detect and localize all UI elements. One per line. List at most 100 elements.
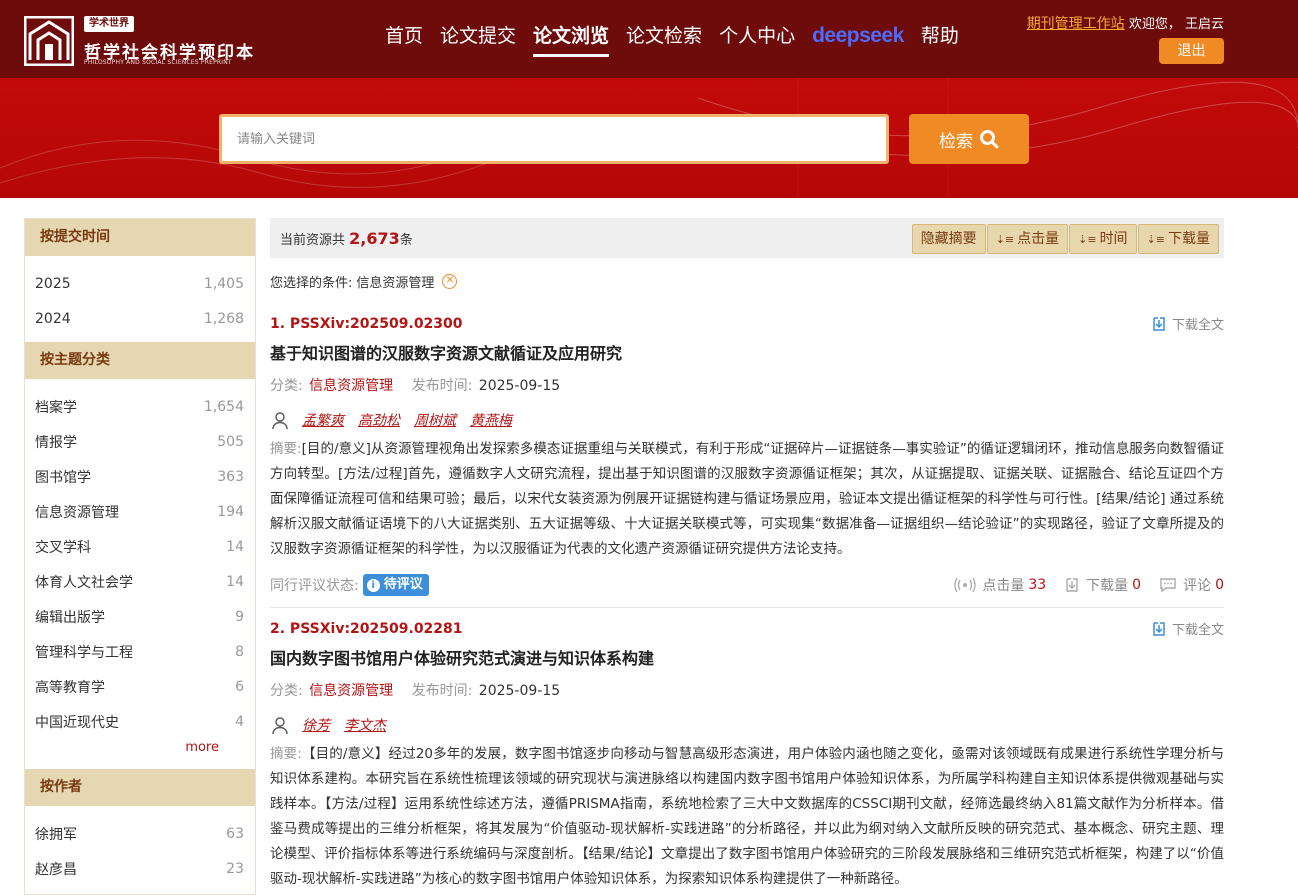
filter-topic-item[interactable]: 档案学 1,654 — [25, 389, 255, 424]
filter-time-list: 2025 1,405 2024 1,268 — [25, 256, 255, 342]
paper-title[interactable]: 国内数字图书馆用户体验研究范式演进与知识体系构建 — [270, 648, 1224, 670]
clear-condition-icon[interactable]: ✕ — [442, 273, 458, 289]
filter-topic-item[interactable]: 高等教育学 6 — [25, 669, 255, 704]
hide-abstract-button[interactable]: 隐藏摘要 — [911, 224, 986, 254]
filter-topic-item[interactable]: 情报学 505 — [25, 424, 255, 459]
comments-stat: 评论 0 — [1159, 575, 1224, 595]
filter-label: 情报学 — [35, 434, 77, 451]
abstract-label: 摘要: — [270, 746, 302, 762]
filter-label: 交叉学科 — [35, 539, 91, 556]
results-panel: 当前资源共 2,673条 隐藏摘要 ⇣≡ 点击量 ⇣≡ 时间 ⇣≡ 下载量 您选择的条… — [270, 218, 1224, 892]
search-button[interactable]: 检索 — [909, 114, 1029, 164]
filter-author-list: 徐拥军 63 赵彦昌 23 — [25, 806, 255, 892]
filter-count: 194 — [217, 503, 244, 520]
sort-downloads-label: 下载量 — [1168, 231, 1210, 247]
sort-desc-icon: ⇣≡ — [1078, 233, 1097, 246]
search-input[interactable] — [222, 117, 886, 161]
filter-topic-list: 档案学 1,654 情报学 505 图书馆学 363 信息资源管理 194 交叉学科 14… — [25, 379, 255, 769]
author-link[interactable]: 李文杰 — [344, 715, 386, 735]
category-label: 分类: — [270, 683, 303, 699]
downloads-value: 0 — [1132, 577, 1142, 593]
filter-time-heading: 按提交时间 — [25, 219, 255, 256]
filter-topic-item[interactable]: 信息资源管理 194 — [25, 494, 255, 529]
download-icon — [1066, 578, 1078, 592]
author-icon — [272, 717, 288, 735]
sort-clicks-label: 点击量 — [1017, 231, 1060, 247]
category-label: 分类: — [270, 378, 303, 394]
nav-submit[interactable]: 论文提交 — [440, 22, 516, 58]
nav-help[interactable]: 帮助 — [921, 22, 959, 58]
paper-title[interactable]: 基于知识图谱的汉服数字资源文献循证及应用研究 — [270, 343, 1224, 365]
paper-id[interactable]: 2. PSSXiv:202509.02281 — [270, 619, 1224, 639]
logout-button[interactable]: 退出 — [1159, 38, 1224, 64]
filter-label: 2025 — [35, 275, 71, 292]
topic-more-link[interactable]: more — [25, 739, 255, 763]
nav-browse[interactable]: 论文浏览 — [533, 22, 610, 58]
filter-label: 信息资源管理 — [35, 504, 119, 521]
filter-author-item[interactable]: 赵彦昌 23 — [25, 851, 255, 886]
nav-search[interactable]: 论文检索 — [626, 22, 702, 58]
downloads-label: 下载量 — [1086, 578, 1129, 594]
sort-time-label: 时间 — [1099, 231, 1128, 247]
filter-topic-item[interactable]: 图书馆学 363 — [25, 459, 255, 494]
author-link[interactable]: 孟繁爽 — [302, 410, 344, 430]
comments-label: 评论 — [1183, 578, 1212, 594]
author-link[interactable]: 高劲松 — [358, 410, 400, 430]
filter-label: 档案学 — [35, 399, 77, 416]
filter-topic-item[interactable]: 交叉学科 14 — [25, 529, 255, 564]
main-nav: 首页 论文提交 论文浏览 论文检索 个人中心 deepseek 帮助 — [385, 22, 976, 58]
filter-label: 2024 — [35, 310, 71, 327]
paper-authors: 徐芳 李文杰 — [270, 714, 1224, 736]
author-link[interactable]: 周树斌 — [414, 410, 456, 430]
author-link[interactable]: 黄燕梅 — [470, 410, 512, 430]
sort-time-button[interactable]: ⇣≡ 时间 — [1069, 224, 1137, 254]
condition-value: 信息资源管理 — [356, 275, 435, 291]
paper-abstract: 摘要:【目的/意义】经过20多年的发展，数字图书馆逐步向移动与智慧高级形态演进，… — [270, 742, 1224, 892]
nav-home[interactable]: 首页 — [385, 22, 423, 58]
comments-value: 0 — [1215, 577, 1224, 593]
total-prefix: 当前资源共 — [280, 233, 346, 248]
journal-management-link[interactable]: 期刊管理工作站 — [1027, 16, 1125, 32]
total-number: 2,673 — [349, 229, 400, 248]
filter-year-2025[interactable]: 2025 1,405 — [25, 266, 255, 301]
paper-category[interactable]: 信息资源管理 — [309, 378, 393, 394]
broadcast-icon — [954, 578, 976, 592]
sort-clicks-button[interactable]: ⇣≡ 点击量 — [986, 224, 1069, 254]
filter-count: 4 — [235, 713, 244, 730]
info-icon: i — [366, 578, 380, 592]
filter-topic-heading: 按主题分类 — [25, 342, 255, 379]
filter-sidebar: 按提交时间 2025 1,405 2024 1,268 按主题分类 档案学 1,6… — [24, 218, 256, 895]
filter-topic-item[interactable]: 体育人文社会学 14 — [25, 564, 255, 599]
filter-label: 管理科学与工程 — [35, 644, 133, 661]
filter-count: 1,654 — [203, 398, 244, 415]
nav-personal-center[interactable]: 个人中心 — [719, 22, 795, 58]
filter-label: 中国近现代史 — [35, 714, 119, 731]
sort-downloads-button[interactable]: ⇣≡ 下载量 — [1137, 224, 1219, 254]
paper-meta: 分类: 信息资源管理 发布时间: 2025-09-15 — [270, 376, 1224, 396]
download-full-text-button[interactable]: 下载全文 — [1151, 619, 1224, 638]
paper-date: 2025-09-15 — [478, 378, 561, 394]
site-logo[interactable]: 学术世界 哲学社会科学预印本 PHILOSOPHY AND SOCIAL SCI… — [24, 16, 264, 68]
downloads-stat: 下载量 0 — [1064, 575, 1141, 595]
download-full-text-button[interactable]: 下载全文 — [1151, 314, 1224, 333]
filter-author-item[interactable]: 徐拥军 63 — [25, 816, 255, 851]
paper-category[interactable]: 信息资源管理 — [309, 683, 393, 699]
search-icon — [980, 130, 999, 149]
paper-id[interactable]: 1. PSSXiv:202509.02300 — [270, 314, 1224, 334]
author-link[interactable]: 徐芳 — [302, 715, 330, 735]
total-count: 当前资源共 2,673条 — [280, 218, 413, 262]
filter-topic-item[interactable]: 编辑出版学 9 — [25, 599, 255, 634]
filter-count: 9 — [235, 608, 244, 625]
filter-topic-item[interactable]: 中国近现代史 4 — [25, 704, 255, 739]
filter-topic-item[interactable]: 管理科学与工程 8 — [25, 634, 255, 669]
search-banner: 检索 — [0, 78, 1298, 198]
clicks-label: 点击量 — [982, 578, 1025, 594]
logo-mark-icon — [24, 16, 74, 66]
filter-author-heading: 按作者 — [25, 769, 255, 806]
filter-year-2024[interactable]: 2024 1,268 — [25, 301, 255, 336]
paper-authors: 孟繁爽 高劲松 周树斌 黄燕梅 — [270, 409, 1224, 431]
search-button-label: 检索 — [939, 131, 973, 152]
logo-badge: 学术世界 — [84, 16, 134, 32]
nav-deepseek[interactable]: deepseek — [812, 22, 904, 58]
review-status-text: 待评议 — [383, 577, 423, 592]
